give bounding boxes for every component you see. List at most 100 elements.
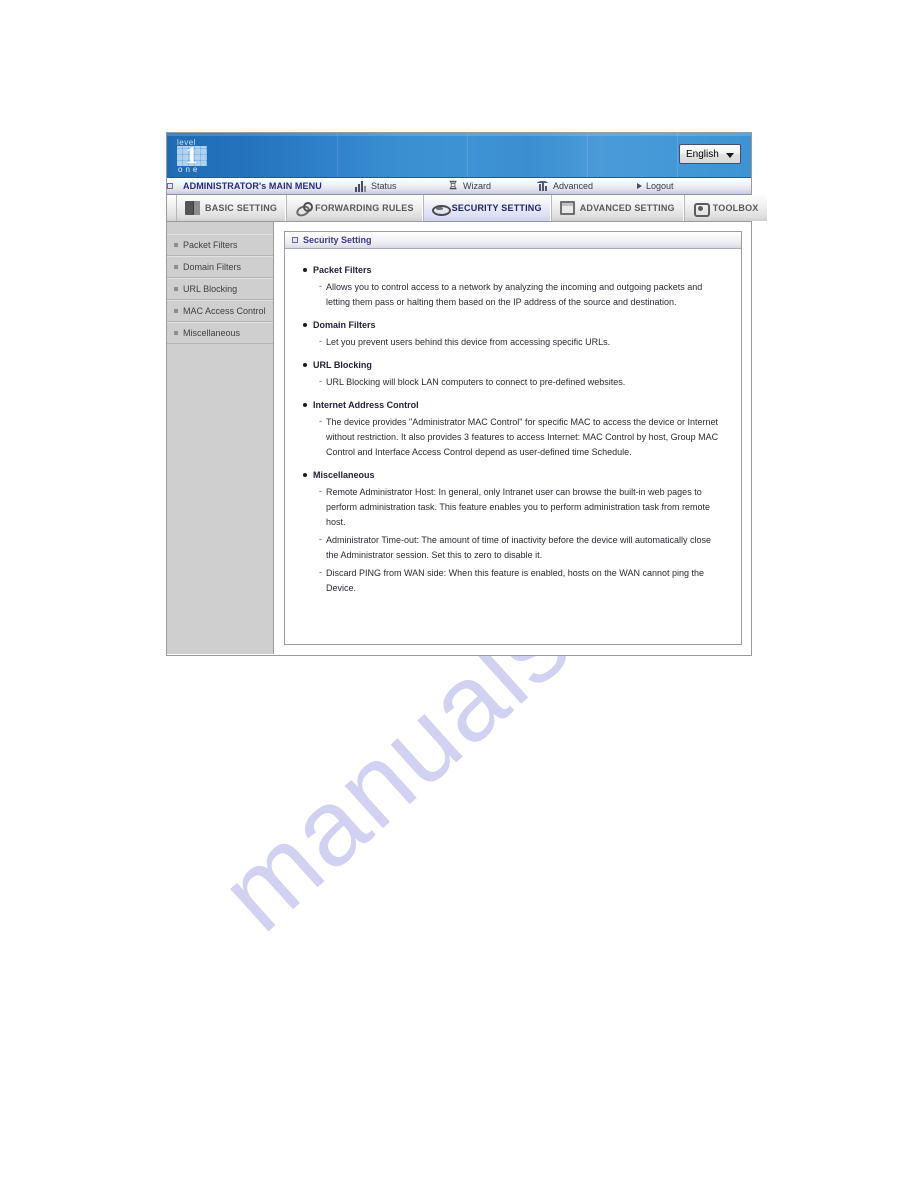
dash-icon: - (319, 486, 322, 496)
menu-item-wizard-label: Wizard (463, 181, 492, 191)
section-packet-filters: Packet Filters - Allows you to control a… (301, 263, 725, 310)
sidebar-item-label: Packet Filters (183, 240, 238, 250)
toolbox-icon (693, 201, 710, 217)
menu-item-advanced[interactable]: Advanced (537, 178, 637, 195)
bars-icon (355, 180, 367, 192)
forwarding-icon (295, 201, 314, 215)
dash-icon: - (319, 567, 322, 577)
bullet-icon (303, 323, 307, 327)
menu-item-wizard[interactable]: ♖ Wizard (447, 178, 537, 195)
section-miscellaneous: Miscellaneous - Remote Administrator Hos… (301, 468, 725, 596)
section-detail-text: Discard PING from WAN side: When this fe… (326, 568, 705, 593)
sidebar-item-domain-filters[interactable]: Domain Filters (167, 256, 273, 278)
tab-basic-setting-label: BASIC SETTING (205, 203, 278, 213)
router-admin-window: level 1 one English ADMINISTRATOR's MAIN… (166, 132, 768, 656)
sidebar: Packet Filters Domain Filters URL Blocki… (167, 222, 274, 654)
section-detail: - Remote Administrator Host: In general,… (301, 485, 725, 530)
dash-icon: - (319, 376, 322, 386)
section-heading-label: URL Blocking (313, 360, 372, 370)
section-heading: Domain Filters (301, 318, 725, 333)
tab-toolbox[interactable]: TOOLBOX (683, 195, 768, 221)
section-detail-text: Allows you to control access to a networ… (326, 282, 703, 307)
banner-seam (467, 133, 468, 177)
banner-seam (337, 133, 338, 177)
section-heading: Internet Address Control (301, 398, 725, 413)
menu-item-logout[interactable]: Logout (637, 178, 674, 195)
section-heading: URL Blocking (301, 358, 725, 373)
square-icon (167, 183, 173, 189)
bullet-icon (303, 268, 307, 272)
security-setting-panel: Security Setting Packet Filters - Allows… (284, 231, 742, 645)
language-select-value: English (686, 148, 719, 160)
dash-icon: - (319, 281, 322, 291)
tab-advanced-setting-label: ADVANCED SETTING (579, 203, 675, 213)
sidebar-item-label: Domain Filters (183, 262, 242, 272)
bullet-icon (303, 363, 307, 367)
square-icon (292, 237, 298, 243)
bullet-icon (174, 287, 178, 291)
sidebar-item-url-blocking[interactable]: URL Blocking (167, 278, 273, 300)
section-detail: - URL Blocking will block LAN computers … (301, 375, 725, 390)
language-select[interactable]: English (679, 144, 741, 164)
bullet-icon (303, 473, 307, 477)
sidebar-item-label: URL Blocking (183, 284, 238, 294)
banner-seam (587, 133, 588, 177)
admin-main-menu-label[interactable]: ADMINISTRATOR's MAIN MENU (167, 178, 355, 195)
tab-security-setting-label: SECURITY SETTING (451, 203, 542, 213)
tab-basic-setting[interactable]: BASIC SETTING (176, 195, 287, 221)
sidebar-item-packet-filters[interactable]: Packet Filters (167, 234, 273, 256)
sidebar-item-miscellaneous[interactable]: Miscellaneous (167, 322, 273, 344)
section-detail: - Discard PING from WAN side: When this … (301, 566, 725, 596)
section-heading-label: Miscellaneous (313, 470, 375, 480)
logo-bottom-text: one (178, 165, 201, 174)
panel-header: Security Setting (285, 232, 741, 249)
tab-forwarding-rules-label: FORWARDING RULES (315, 203, 414, 213)
tab-advanced-setting[interactable]: ADVANCED SETTING (550, 195, 684, 221)
menu-item-advanced-label: Advanced (553, 181, 594, 191)
tab-security-setting[interactable]: SECURITY SETTING (422, 195, 551, 221)
section-detail: - Allows you to control access to a netw… (301, 280, 725, 310)
section-detail: - Let you prevent users behind this devi… (301, 335, 725, 350)
bullet-icon (174, 309, 178, 313)
advanced-icon (537, 180, 549, 192)
section-detail: - Administrator Time-out: The amount of … (301, 533, 725, 563)
page-canvas: manualshive .com level 1 one English (0, 0, 918, 1188)
section-detail-text: Administrator Time-out: The amount of ti… (326, 535, 712, 560)
bullet-icon (174, 243, 178, 247)
bullet-icon (174, 331, 178, 335)
dash-icon: - (319, 534, 322, 544)
menu-item-status-label: Status (371, 181, 397, 191)
levelone-logo: level 1 one (175, 138, 211, 174)
section-heading-label: Domain Filters (313, 320, 376, 330)
section-internet-address-control: Internet Address Control - The device pr… (301, 398, 725, 460)
tab-toolbox-label: TOOLBOX (712, 203, 759, 213)
section-url-blocking: URL Blocking - URL Blocking will block L… (301, 358, 725, 390)
logo-numeral: 1 (185, 143, 198, 168)
dash-icon: - (319, 336, 322, 346)
menu-item-logout-label: Logout (646, 181, 674, 191)
section-domain-filters: Domain Filters - Let you prevent users b… (301, 318, 725, 350)
dash-icon: - (319, 416, 322, 426)
main-content: Security Setting Packet Filters - Allows… (274, 222, 751, 654)
section-heading: Miscellaneous (301, 468, 725, 483)
main-menu-bar: ADMINISTRATOR's MAIN MENU Status ♖ Wizar… (167, 178, 751, 195)
advanced-setting-icon (559, 201, 575, 215)
tab-forwarding-rules[interactable]: FORWARDING RULES (286, 195, 423, 221)
sidebar-item-mac-access-control[interactable]: MAC Access Control (167, 300, 273, 322)
bullet-icon (174, 265, 178, 269)
section-heading: Packet Filters (301, 263, 725, 278)
sidebar-item-label: Miscellaneous (183, 328, 241, 338)
menu-item-status[interactable]: Status (355, 178, 447, 195)
section-detail-text: Let you prevent users behind this device… (326, 337, 611, 347)
section-detail-text: Remote Administrator Host: In general, o… (326, 487, 710, 527)
book-icon (185, 201, 200, 215)
admin-main-menu-text: ADMINISTRATOR's MAIN MENU (183, 181, 322, 191)
header-banner: level 1 one English (167, 133, 751, 178)
banner-seam (677, 133, 678, 177)
wand-icon: ♖ (448, 179, 458, 192)
section-detail: - The device provides "Administrator MAC… (301, 415, 725, 460)
panel-title: Security Setting (303, 235, 372, 245)
content-area: Packet Filters Domain Filters URL Blocki… (167, 222, 751, 654)
shield-icon (431, 201, 451, 216)
section-detail-text: URL Blocking will block LAN computers to… (326, 377, 626, 387)
